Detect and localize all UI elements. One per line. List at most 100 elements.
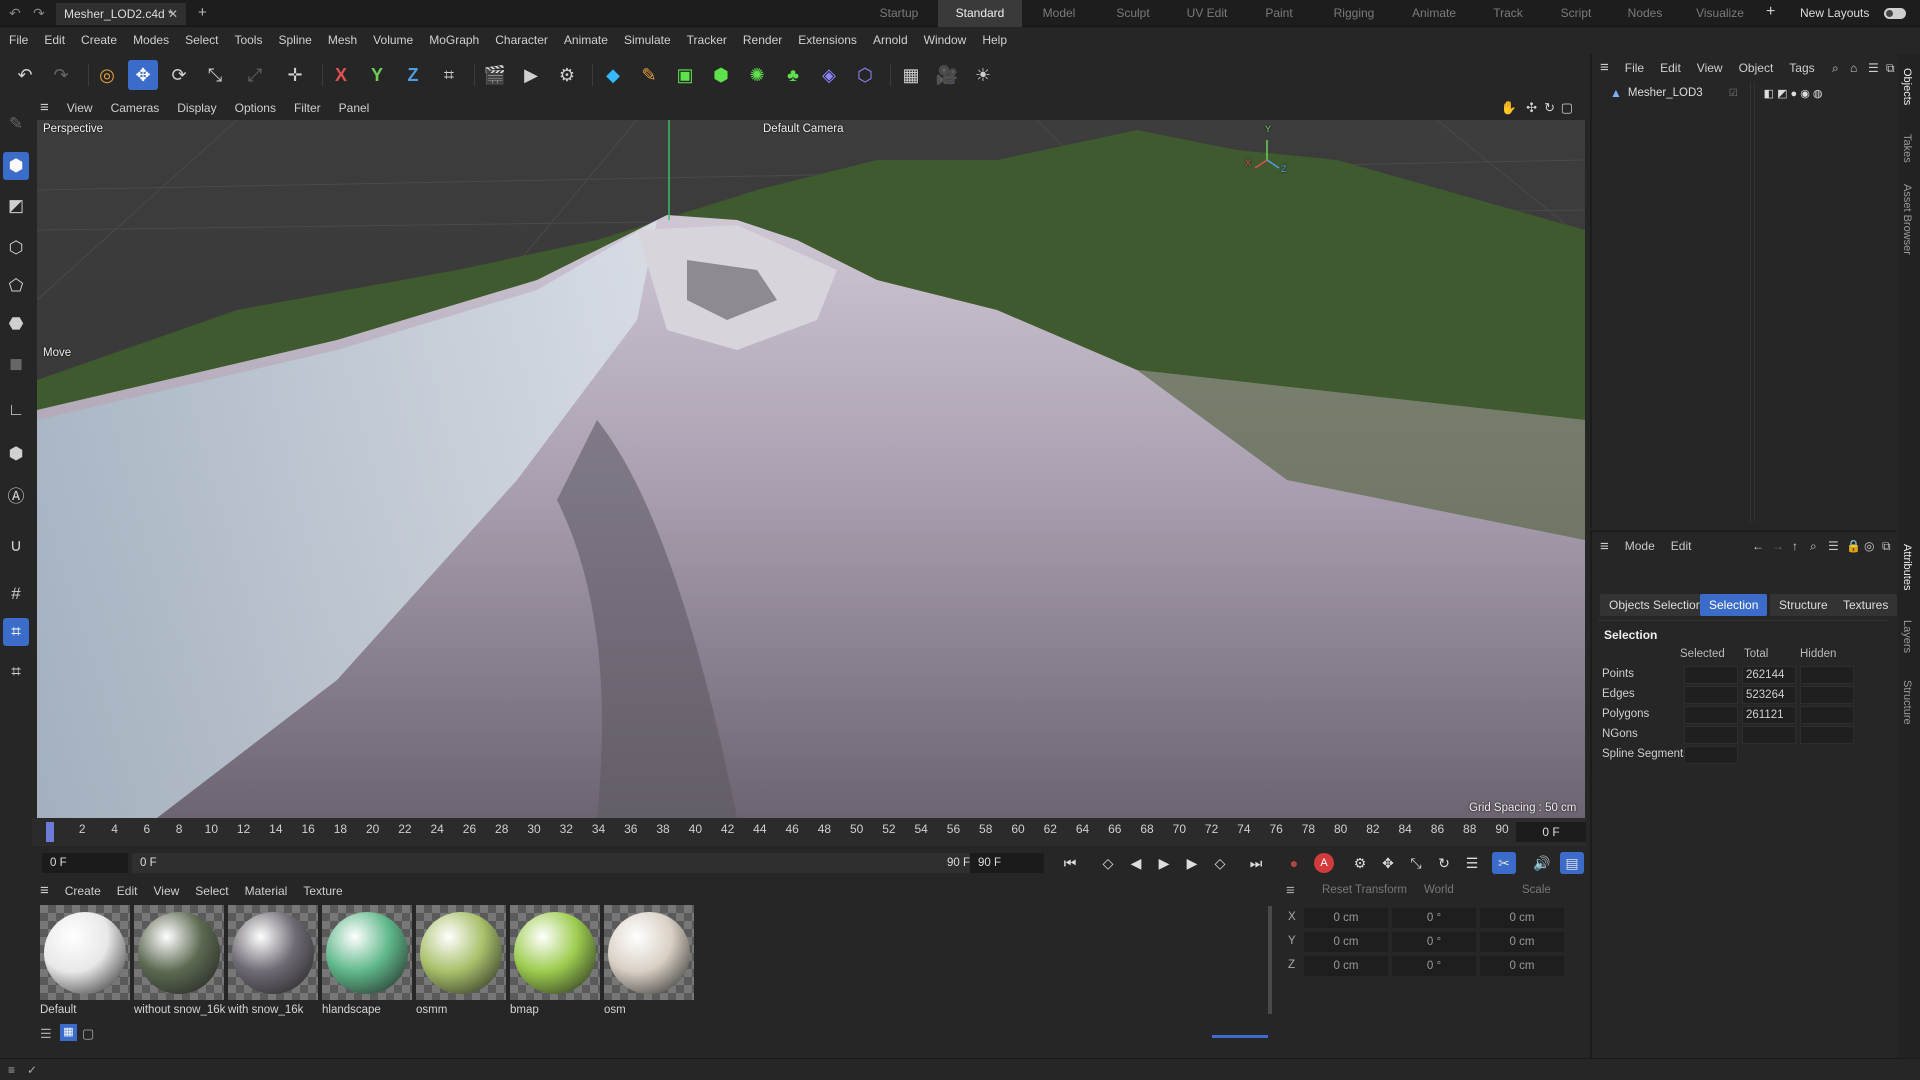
material-name[interactable]: Default xyxy=(40,1004,130,1016)
large-view-icon[interactable]: ▢ xyxy=(82,1026,94,1042)
material-name[interactable]: hlandscape xyxy=(322,1004,412,1016)
make-editable-icon[interactable]: ✎ xyxy=(3,110,29,138)
material-name[interactable]: bmap xyxy=(510,1004,600,1016)
menu-volume[interactable]: Volume xyxy=(365,28,421,52)
menu-extensions[interactable]: Extensions xyxy=(790,28,865,52)
viewport-menu-filter[interactable]: Filter xyxy=(285,97,330,119)
viewport-menu-cameras[interactable]: Cameras xyxy=(102,97,169,119)
timeline-settings-icon[interactable]: ▤ xyxy=(1560,852,1584,874)
next-frame-icon[interactable]: ▶ xyxy=(1180,852,1204,874)
uv-mode-icon[interactable]: ◼ xyxy=(3,350,29,378)
autokey-button[interactable]: A xyxy=(1312,852,1336,874)
material-name[interactable]: with snow_16k xyxy=(228,1004,318,1016)
camera-label[interactable]: Default Camera xyxy=(763,123,844,135)
up-arrow-icon[interactable]: ↑ xyxy=(1792,539,1798,553)
layout-uv-edit[interactable]: UV Edit xyxy=(1170,0,1244,27)
axis-mode-icon[interactable]: ∟ xyxy=(3,396,29,424)
cube-icon[interactable]: ◆ xyxy=(598,60,628,90)
tweak-mode-icon[interactable]: ⬢ xyxy=(3,440,29,468)
material-name[interactable]: without snow_16k xyxy=(134,1004,225,1016)
go-to-end-icon[interactable]: ⏭ xyxy=(1244,852,1268,874)
side-tab-asset-browser[interactable]: Asset Browser xyxy=(1901,184,1913,255)
object-menu-file[interactable]: File xyxy=(1617,54,1652,82)
material-menu-edit[interactable]: Edit xyxy=(109,880,146,902)
redo-history-icon[interactable]: ↷ xyxy=(33,5,45,22)
recent-tool-icon[interactable]: ⤢ xyxy=(240,60,270,90)
material-thumbnail[interactable] xyxy=(134,905,224,1000)
forward-arrow-icon[interactable]: → xyxy=(1772,539,1784,553)
attr-hamburger-icon[interactable]: ≡ xyxy=(1592,538,1617,555)
material-item[interactable]: osm xyxy=(604,905,694,1016)
viewport-menu-display[interactable]: Display xyxy=(168,97,225,119)
select-tool-icon[interactable]: ◎ xyxy=(92,60,122,90)
coord-rot-field[interactable]: 0 ° xyxy=(1392,932,1476,952)
3d-viewport[interactable]: Perspective Default Camera Move Grid Spa… xyxy=(37,120,1585,818)
coord-pos-field[interactable]: 0 cm xyxy=(1304,908,1388,928)
layout-script[interactable]: Script xyxy=(1542,0,1610,27)
preview-range-slider[interactable]: 0 F 90 F xyxy=(132,853,984,873)
mograph-effector-icon[interactable]: ♣ xyxy=(778,60,808,90)
previous-key-icon[interactable]: ◇ xyxy=(1096,852,1120,874)
material-thumbnail[interactable] xyxy=(40,905,130,1000)
undo-history-icon[interactable]: ↶ xyxy=(9,5,21,22)
tab-textures[interactable]: Textures xyxy=(1834,594,1898,616)
material-menu-view[interactable]: View xyxy=(145,880,187,902)
object-name[interactable]: Mesher_LOD3 xyxy=(1628,87,1703,99)
material-scrollbar[interactable] xyxy=(1268,906,1272,1014)
playhead[interactable] xyxy=(46,822,54,842)
polygons-mode-icon[interactable]: ⬣ xyxy=(3,310,29,338)
tag-icons[interactable]: ◧ ◩ ● ◉ ◍ xyxy=(1764,87,1823,100)
side-tab-takes[interactable]: Takes xyxy=(1901,134,1913,163)
menu-character[interactable]: Character xyxy=(487,28,556,52)
tab-selection[interactable]: Selection xyxy=(1700,594,1768,616)
menu-window[interactable]: Window xyxy=(916,28,975,52)
menu-select[interactable]: Select xyxy=(177,28,226,52)
y-axis-lock-button[interactable]: Y xyxy=(362,60,392,90)
workplane-icon[interactable]: # xyxy=(3,580,29,608)
coord-rot-field[interactable]: 0 ° xyxy=(1392,908,1476,928)
attr-menu-mode[interactable]: Mode xyxy=(1617,539,1663,553)
previous-frame-icon[interactable]: ◀ xyxy=(1124,852,1148,874)
menu-spline[interactable]: Spline xyxy=(270,28,319,52)
material-item[interactable]: without snow_16k xyxy=(134,905,225,1016)
keyframe-settings-icon[interactable]: ⚙ xyxy=(1348,852,1372,874)
tab-structure[interactable]: Structure xyxy=(1770,594,1837,616)
undo-icon[interactable]: ↶ xyxy=(10,60,40,90)
material-item[interactable]: bmap xyxy=(510,905,600,1016)
snap-grid-icon[interactable]: ⌗ xyxy=(3,618,29,646)
viewport-menu-panel[interactable]: Panel xyxy=(330,97,379,119)
coordinate-system-icon[interactable]: ⌗ xyxy=(434,60,464,90)
scale-tool-icon[interactable]: ⤡ xyxy=(200,60,230,90)
object-menu-edit[interactable]: Edit xyxy=(1652,54,1689,82)
material-item[interactable]: Default xyxy=(40,905,130,1016)
layout-paint[interactable]: Paint xyxy=(1244,0,1314,27)
material-thumbnail[interactable] xyxy=(322,905,412,1000)
locked-workplane-icon[interactable]: ⌗ xyxy=(3,658,29,686)
material-name[interactable]: osm xyxy=(604,1004,694,1016)
redo-icon[interactable]: ↷ xyxy=(46,60,76,90)
viewport-menu-view[interactable]: View xyxy=(58,97,102,119)
menu-mograph[interactable]: MoGraph xyxy=(421,28,487,52)
subdivision-icon[interactable]: ▣ xyxy=(670,60,700,90)
coord-rot-field[interactable]: 0 ° xyxy=(1392,956,1476,976)
light-icon[interactable]: ☀ xyxy=(968,60,998,90)
viewport-menu-options[interactable]: Options xyxy=(226,97,285,119)
visibility-toggle-icon[interactable]: ☑ xyxy=(1729,88,1738,99)
layout-startup[interactable]: Startup xyxy=(860,0,938,27)
side-tab-attributes[interactable]: Attributes xyxy=(1901,544,1913,590)
start-frame-field[interactable]: 0 F xyxy=(42,853,128,873)
move-tool-icon[interactable]: ✥ xyxy=(128,60,158,90)
new-layouts-button[interactable]: New Layouts xyxy=(1800,6,1869,20)
menu-mesh[interactable]: Mesh xyxy=(320,28,365,52)
deformer-icon[interactable]: ◈ xyxy=(814,60,844,90)
key-scale-icon[interactable]: ⤡ xyxy=(1404,852,1428,874)
material-menu-create[interactable]: Create xyxy=(57,880,109,902)
cloner-icon[interactable]: ✺ xyxy=(742,60,772,90)
key-mode-icon[interactable]: ✂ xyxy=(1492,852,1516,874)
coordinate-space-dropdown[interactable]: World xyxy=(1424,884,1454,896)
camera-icon[interactable]: 🎥 xyxy=(932,60,962,90)
material-menu-texture[interactable]: Texture xyxy=(295,880,350,902)
layout-animate[interactable]: Animate xyxy=(1394,0,1474,27)
lock-icon[interactable]: 🔒 xyxy=(1846,539,1861,553)
snap-magnet-icon[interactable]: ∪ xyxy=(3,532,29,560)
